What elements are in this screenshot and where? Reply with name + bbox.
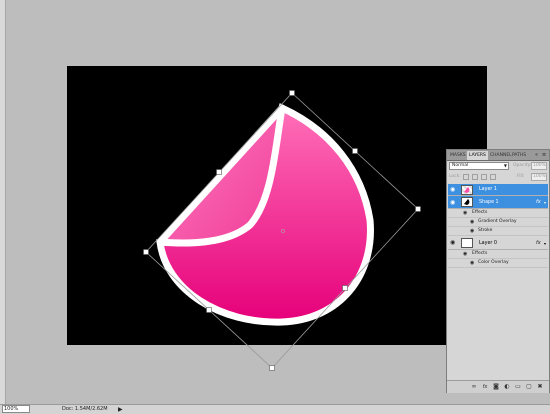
lock-transparent-icon[interactable]	[463, 174, 469, 180]
adjustment-icon[interactable]: ◐	[504, 384, 510, 390]
effects-toggle-icon[interactable]: ▾	[544, 241, 546, 246]
effect-name[interactable]: Stroke	[478, 228, 492, 233]
blend-mode-select[interactable]: Normal ▼	[449, 162, 509, 170]
layer-thumbnail	[461, 185, 473, 195]
mask-icon[interactable]: ◙	[493, 384, 499, 390]
effect-row[interactable]: ◉ Color Overlay	[448, 259, 548, 268]
effect-row[interactable]: ◉ Stroke	[448, 227, 548, 236]
eye-icon[interactable]: ◉	[470, 228, 474, 234]
effect-name[interactable]: Color Overlay	[478, 260, 509, 265]
eye-icon[interactable]: ◉	[470, 219, 474, 225]
layers-list: ◉ Layer 1 ◉ Shape 1 fx ▾ ◉ Effects ◉ Gra…	[448, 184, 548, 378]
eye-icon[interactable]: ◉	[450, 200, 458, 206]
lock-label: Lock:	[449, 174, 461, 179]
opacity-label: Opacity:	[513, 163, 532, 168]
tab-layers[interactable]: LAYERS	[467, 151, 488, 160]
layer-row-shape-1[interactable]: ◉ Shape 1 fx ▾	[448, 196, 548, 209]
fx-icon[interactable]: fx	[536, 240, 541, 246]
fill-label: Fill:	[517, 174, 525, 179]
zoom-field[interactable]: 100%	[2, 405, 30, 413]
layers-panel: MASKS LAYERS CHANNEL PATHS « ≡ Normal ▼ …	[446, 149, 550, 393]
panel-menu-icon[interactable]: ≡	[542, 150, 546, 160]
link-icon[interactable]: ∞	[471, 384, 477, 390]
opacity-field[interactable]: 100%	[531, 162, 547, 170]
lock-all-icon[interactable]	[490, 174, 496, 180]
folder-icon[interactable]: ▭	[515, 384, 521, 390]
lock-row: Lock: Fill: 100%	[449, 173, 547, 182]
eye-icon[interactable]: ◉	[450, 187, 458, 193]
tab-paths[interactable]: PATHS	[510, 151, 528, 160]
layers-panel-toolbar: ∞ fx ◙ ◐ ▭ ▢ ✖	[447, 380, 549, 393]
layer-row-layer-1[interactable]: ◉ Layer 1	[448, 184, 548, 196]
effects-label: Effects	[472, 210, 488, 215]
fx-icon[interactable]: fx	[536, 199, 541, 205]
layer-name[interactable]: Shape 1	[479, 200, 499, 205]
layer-thumbnail	[461, 238, 473, 248]
fill-field[interactable]: 100%	[531, 173, 547, 181]
effects-toggle-icon[interactable]: ▾	[544, 200, 546, 205]
layer-row-layer-0[interactable]: ◉ Layer 0 fx ▾	[448, 236, 548, 250]
lock-position-icon[interactable]	[481, 174, 487, 180]
blend-mode-value: Normal	[452, 163, 469, 168]
eye-icon[interactable]: ◉	[463, 251, 467, 257]
eye-icon[interactable]: ◉	[470, 260, 474, 266]
effects-header: ◉ Effects	[448, 209, 548, 218]
eye-icon[interactable]: ◉	[450, 240, 458, 246]
effects-header: ◉ Effects	[448, 250, 548, 259]
effect-name[interactable]: Gradient Overlay	[478, 219, 517, 224]
panel-collapse-icon[interactable]: «	[535, 150, 538, 160]
layer-name[interactable]: Layer 1	[479, 187, 497, 192]
chevron-down-icon: ▼	[503, 163, 507, 168]
effects-label: Effects	[472, 251, 488, 256]
fx-icon[interactable]: fx	[482, 384, 488, 390]
tab-masks[interactable]: MASKS	[448, 151, 468, 160]
eye-icon[interactable]: ◉	[463, 210, 467, 216]
new-layer-icon[interactable]: ▢	[526, 384, 532, 390]
layer-thumbnail	[461, 197, 473, 207]
trash-icon[interactable]: ✖	[537, 384, 543, 390]
lock-pixels-icon[interactable]	[472, 174, 478, 180]
blend-options-row: Normal ▼ Opacity: 100%	[449, 162, 547, 171]
layer-name[interactable]: Layer 0	[479, 241, 497, 246]
panel-tab-bar: MASKS LAYERS CHANNEL PATHS « ≡	[447, 150, 549, 161]
effect-row[interactable]: ◉ Gradient Overlay	[448, 218, 548, 227]
